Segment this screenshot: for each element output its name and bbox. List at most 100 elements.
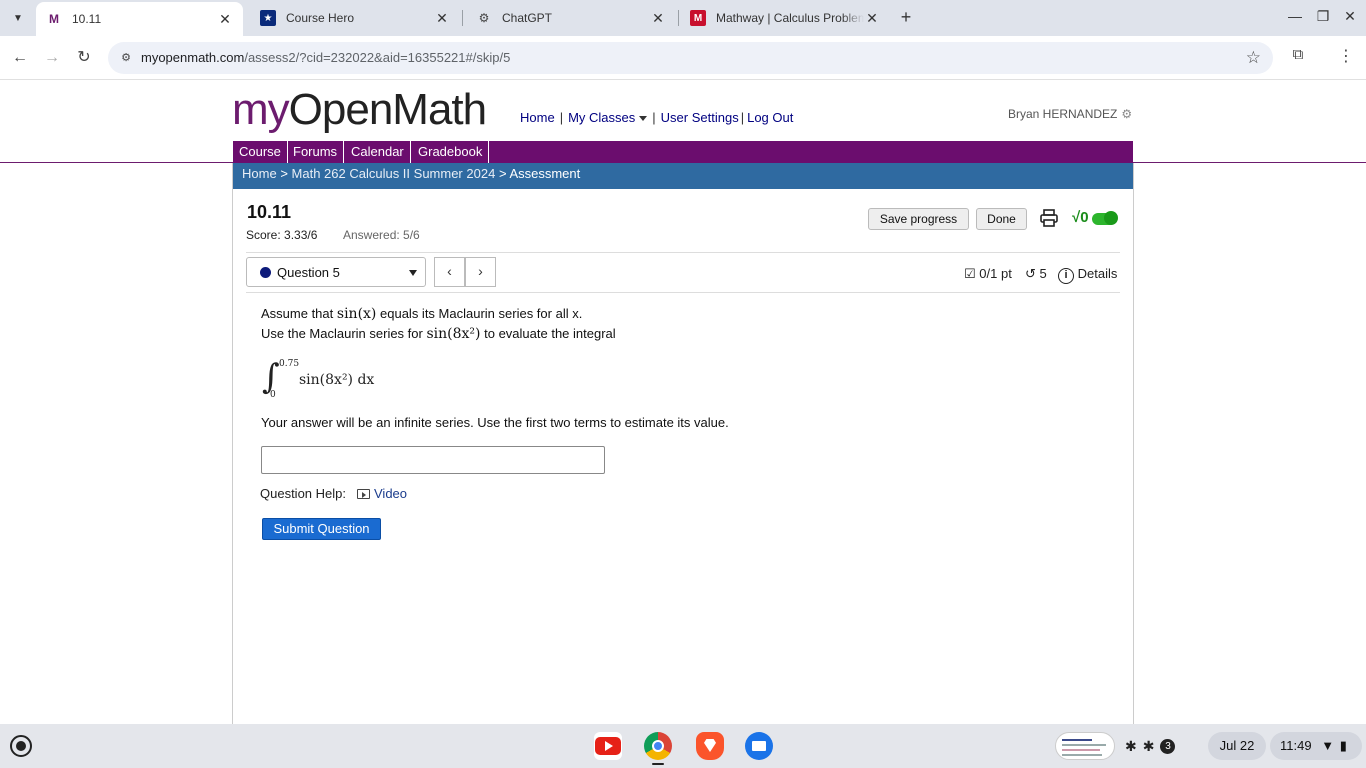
chrome-app-icon[interactable] (644, 732, 672, 760)
menu-calendar[interactable]: Calendar (345, 141, 411, 163)
question-text: Use the Maclaurin series for (261, 326, 423, 341)
logo-my: my (232, 85, 290, 134)
previous-question-button[interactable]: ‹ (434, 257, 465, 287)
save-progress-button[interactable]: Save progress (868, 208, 969, 230)
close-tab-icon[interactable]: ✕ (434, 10, 450, 27)
menu-forums[interactable]: Forums (287, 141, 345, 163)
tab-title: ChatGPT (502, 11, 553, 25)
close-tab-icon[interactable]: ✕ (864, 10, 880, 27)
top-nav: Home | My Classes | User Settings | Log Out (520, 110, 793, 125)
question-line-1: Assume that sin(x) equals its Maclaurin … (261, 306, 582, 322)
question-status-dot-icon (260, 267, 271, 278)
address-bar[interactable]: ⚙ myopenmath.com/assess2/?cid=232022&aid… (108, 42, 1273, 74)
close-window-icon[interactable]: ✕ (1340, 8, 1360, 25)
tab-course-hero[interactable]: ★ Course Hero ✕ (250, 4, 460, 32)
tab-chatgpt[interactable]: ⚙ ChatGPT ✕ (466, 4, 676, 32)
points-text: 0/1 pt (979, 266, 1012, 281)
minimize-icon[interactable]: — (1285, 8, 1305, 24)
submit-question-button[interactable]: Submit Question (262, 518, 381, 540)
thumb-line (1062, 739, 1092, 741)
mathway-icon: M (690, 10, 706, 26)
extensions-puzzle-icon[interactable]: ⧉ (1288, 46, 1308, 68)
integral-upper-limit: 0.75 (279, 359, 300, 369)
chatgpt-icon: ⚙ (478, 11, 490, 25)
dropdown-arrow-icon (409, 270, 417, 276)
nav-separator: | (559, 110, 564, 125)
wifi-icon: ▼ (1321, 738, 1335, 753)
tab-mathway[interactable]: M Mathway | Calculus Problem S ✕ (680, 4, 890, 32)
notification-icon: ✱ (1142, 737, 1155, 754)
forward-arrow-icon[interactable]: → (40, 46, 64, 70)
restore-icon[interactable]: ❐ (1313, 8, 1333, 25)
tab-search-chevron-icon[interactable]: ▼ (6, 7, 30, 29)
retries-count: 5 (1039, 266, 1047, 281)
site-settings-icon[interactable]: ⚙ (118, 50, 134, 66)
details-link[interactable]: i Details (1058, 266, 1117, 284)
checkbox-checked-icon: ☑ (964, 266, 976, 281)
notification-tray[interactable]: ✱ ✱ 3 (1125, 732, 1176, 760)
chevron-left-icon: ‹ (447, 263, 452, 279)
reload-icon[interactable]: ↻ (72, 46, 96, 70)
logo-openmath: OpenMath (288, 85, 487, 134)
question-select[interactable]: Question 5 (246, 257, 426, 287)
math-entry-toggle[interactable] (1092, 211, 1118, 225)
nav-user-settings-link[interactable]: User Settings (661, 110, 739, 125)
nav-home-link[interactable]: Home (520, 110, 555, 125)
assessment-title: 10.11 (247, 202, 292, 222)
video-icon (357, 489, 370, 499)
nav-my-classes-link[interactable]: My Classes (568, 110, 648, 125)
battery-icon: ▮ (1339, 738, 1347, 753)
url-text[interactable]: myopenmath.com/assess2/?cid=232022&aid=1… (141, 50, 510, 65)
url-path: /assess2/?cid=232022&aid=16355221#/skip/… (244, 50, 511, 65)
menu-course[interactable]: Course (233, 141, 288, 163)
answer-input[interactable] (261, 446, 605, 474)
video-help-link[interactable]: Video (357, 486, 407, 501)
notification-count-badge: 3 (1160, 738, 1176, 754)
browser-toolbar: ← → ↻ ⚙ myopenmath.com/assess2/?cid=2320… (0, 36, 1366, 80)
printer-icon[interactable] (1040, 209, 1058, 227)
url-host: myopenmath.com (141, 50, 245, 65)
new-tab-plus-icon[interactable]: + (896, 7, 916, 27)
nav-my-classes-label: My Classes (568, 110, 636, 125)
launcher-icon[interactable] (10, 735, 32, 757)
nav-logout-link[interactable]: Log Out (747, 110, 793, 125)
video-label: Video (374, 486, 408, 501)
breadcrumb-separator: > (498, 166, 507, 181)
user-name: Bryan HERNANDEZ (1008, 107, 1118, 121)
clock-time: 11:49 (1280, 738, 1312, 753)
question-text: Assume that (261, 306, 334, 321)
info-circle-icon: i (1058, 268, 1074, 284)
breadcrumb-course[interactable]: Math 262 Calculus II Summer 2024 (292, 166, 496, 181)
youtube-app-icon[interactable] (594, 732, 622, 760)
question-line-2: Use the Maclaurin series for sin(8x²) to… (261, 326, 616, 342)
tab-10-11[interactable]: M 10.11 ✕ (36, 2, 243, 36)
math-entry-sqrt-icon: √0 (1072, 209, 1089, 226)
tab-title: Course Hero (286, 11, 355, 25)
toggle-knob (1104, 211, 1118, 225)
score-text: Score: 3.33/6 (246, 228, 318, 242)
brave-app-icon[interactable] (696, 732, 724, 760)
tab-title: 10.11 (72, 12, 102, 26)
question-text: equals its Maclaurin series for all x. (380, 306, 583, 321)
bookmark-star-icon[interactable]: ☆ (1246, 48, 1261, 68)
gear-icon: ⚙ (1121, 107, 1133, 121)
menu-gradebook[interactable]: Gradebook (412, 141, 490, 163)
browser-menu-icon[interactable]: ⋮ (1338, 46, 1354, 68)
close-tab-icon[interactable]: ✕ (650, 10, 666, 27)
files-app-icon[interactable] (745, 732, 773, 760)
breadcrumb-home[interactable]: Home (242, 166, 277, 181)
divider (246, 292, 1120, 293)
tab-strip: ▼ M 10.11 ✕ ★ Course Hero ✕ ⚙ ChatGPT ✕ … (0, 0, 1366, 36)
user-menu[interactable]: Bryan HERNANDEZ ⚙ (1008, 107, 1132, 121)
nav-separator: | (740, 110, 745, 125)
status-area[interactable]: 11:49 ▼ ▮ (1270, 732, 1362, 760)
myopenmath-logo[interactable]: myOpenMath (232, 84, 487, 136)
done-button[interactable]: Done (976, 208, 1027, 230)
close-tab-icon[interactable]: ✕ (217, 11, 233, 28)
holding-space-thumbnail[interactable] (1055, 732, 1115, 760)
next-question-button[interactable]: › (465, 257, 496, 287)
date-pill[interactable]: Jul 22 (1208, 732, 1266, 760)
thumb-line (1062, 744, 1106, 746)
back-arrow-icon[interactable]: ← (8, 46, 32, 70)
tab-title: Mathway | Calculus Problem S (716, 11, 864, 25)
